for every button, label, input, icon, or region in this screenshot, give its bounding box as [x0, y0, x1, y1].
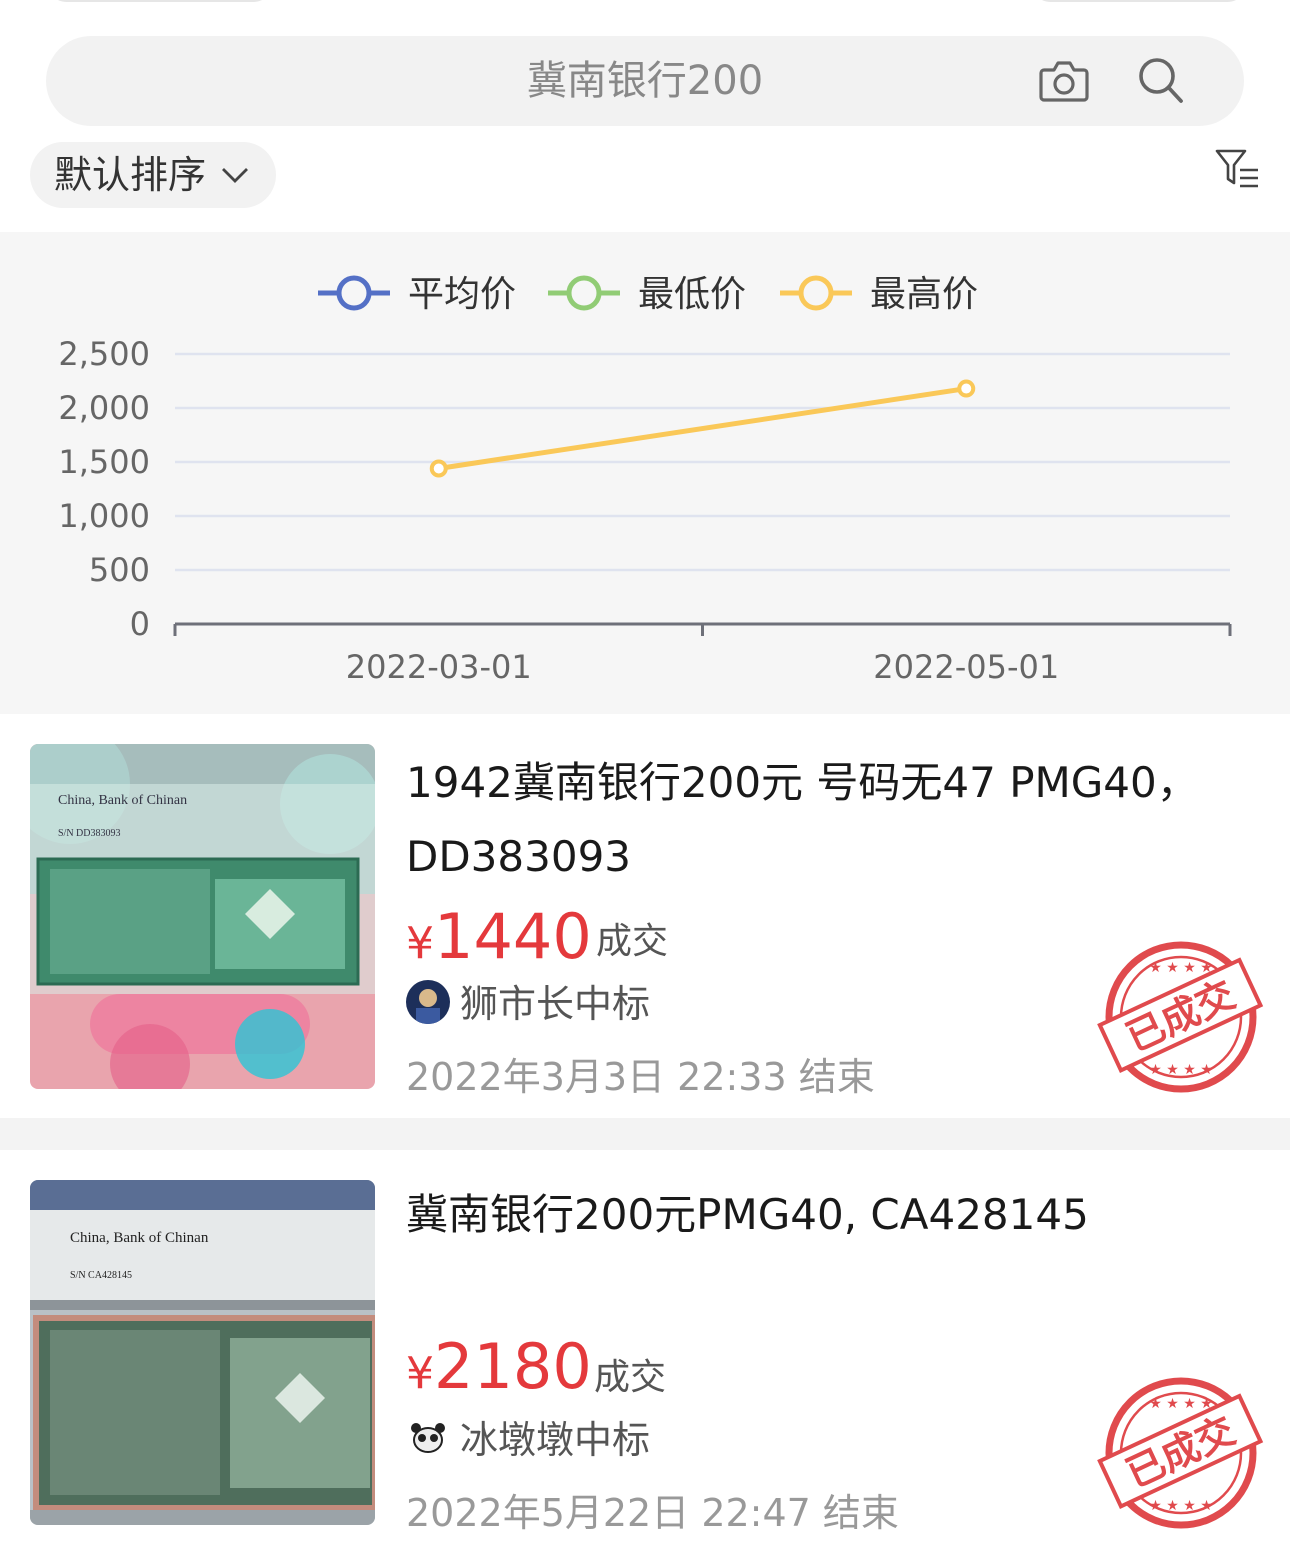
- currency-symbol: ¥: [406, 1348, 434, 1399]
- camera-icon[interactable]: [1038, 56, 1090, 104]
- price-line-chart: 平均价 最低价 最高价 0 500 1,000 1,500 2,000 2,500 2022-03…: [58, 274, 1232, 686]
- filter-icon[interactable]: [1214, 146, 1260, 192]
- y-tick-label: 1,000: [58, 497, 150, 535]
- legend-label: 平均价: [408, 274, 516, 315]
- winner-name: 冰墩墩中标: [460, 1418, 651, 1462]
- slab-serial: S/N CA428145: [70, 1270, 132, 1281]
- slab-serial: S/N DD383093: [58, 828, 121, 839]
- end-time: 2022年5月22日 22:47 结束: [406, 1491, 899, 1535]
- stamp-stars-bottom: ★ ★ ★ ★: [1149, 1498, 1213, 1514]
- winner-name: 狮市长中标: [460, 982, 651, 1026]
- slab-text: China, Bank of Chinan: [70, 1230, 209, 1246]
- legend-marker: [336, 275, 372, 311]
- search-bar[interactable]: 冀南银行200: [46, 36, 1244, 126]
- y-tick-label: 0: [130, 605, 150, 643]
- y-tick-label: 2,500: [58, 335, 150, 373]
- deal-status: 成交: [594, 1357, 667, 1398]
- legend-label: 最低价: [638, 274, 746, 315]
- currency-symbol: ¥: [406, 918, 434, 969]
- y-tick-label: 1,500: [58, 443, 150, 481]
- listing-thumbnail[interactable]: China, Bank of Chinan S/N CA428145: [30, 1180, 375, 1525]
- listing-card[interactable]: China, Bank of Chinan S/N CA428145 冀南银行2…: [0, 1150, 1290, 1556]
- data-point: [429, 459, 448, 478]
- y-tick-label: 500: [89, 551, 150, 589]
- x-tick-label: 2022-05-01: [873, 648, 1059, 686]
- listing-card[interactable]: China, Bank of Chinan S/N DD383093 1942冀…: [0, 714, 1290, 1118]
- top-tab-pill-right[interactable]: [1030, 0, 1248, 2]
- stamp-stars-top: ★ ★ ★ ★: [1149, 1396, 1213, 1412]
- top-tab-pill-left[interactable]: [46, 0, 274, 2]
- listing-thumbnail[interactable]: China, Bank of Chinan S/N DD383093: [30, 744, 375, 1089]
- listing-price: ¥1440: [406, 900, 592, 973]
- deal-status: 成交: [596, 921, 669, 962]
- legend-marker: [798, 275, 834, 311]
- legend-marker: [566, 275, 602, 311]
- price-chart-panel: 平均价 最低价 最高价 0 500 1,000 1,500 2,000 2,500 2022-03…: [0, 232, 1290, 714]
- end-time: 2022年3月3日 22:33 结束: [406, 1055, 875, 1099]
- sold-stamp-icon: 已成交 ★ ★ ★ ★ ★ ★ ★ ★: [1097, 1377, 1264, 1529]
- sold-stamp-icon: 已成交 ★ ★ ★ ★ ★ ★ ★ ★: [1097, 941, 1264, 1093]
- price-value: 2180: [434, 1330, 592, 1403]
- avatar: [406, 980, 450, 1024]
- y-tick-label: 2,000: [58, 389, 150, 427]
- stamp-stars-bottom: ★ ★ ★ ★: [1149, 1062, 1213, 1078]
- listing-price: ¥2180: [406, 1330, 592, 1403]
- x-tick-label: 2022-03-01: [346, 648, 532, 686]
- price-value: 1440: [434, 900, 592, 973]
- avatar: [406, 1416, 450, 1460]
- search-icon[interactable]: [1136, 54, 1186, 106]
- listing-title[interactable]: 冀南银行200元PMG40, CA428145: [406, 1178, 1226, 1252]
- sort-label: 默认排序: [54, 153, 207, 197]
- chevron-down-icon: [222, 168, 248, 183]
- listing-title[interactable]: 1942冀南银行200元 号码无47 PMG40，DD383093: [406, 746, 1226, 894]
- legend-label: 最高价: [870, 274, 978, 315]
- stamp-stars-top: ★ ★ ★ ★: [1149, 960, 1213, 976]
- series-line-最高价: [438, 386, 967, 471]
- data-point: [957, 379, 976, 398]
- sort-dropdown[interactable]: 默认排序: [30, 142, 276, 208]
- slab-text: China, Bank of Chinan: [58, 793, 187, 808]
- card-divider: [0, 1118, 1290, 1150]
